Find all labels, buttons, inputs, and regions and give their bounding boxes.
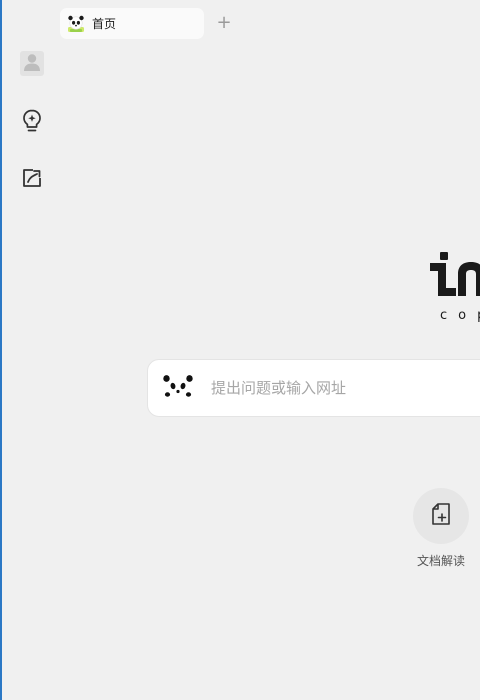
new-tab-button[interactable]: +: [214, 13, 234, 33]
user-avatar[interactable]: [20, 51, 44, 76]
feature-icon-circle[interactable]: [413, 488, 469, 544]
brand-logo-subtext: cop: [440, 308, 480, 323]
panda-icon: [66, 14, 86, 34]
panda-icon: [162, 373, 194, 399]
tab-title: 首页: [92, 17, 117, 31]
feature-label: 文档解读: [416, 554, 465, 568]
sidebar-item-ideas[interactable]: [18, 109, 46, 137]
tab-bar: 首页 +: [2, 0, 480, 46]
user-avatar-icon: [23, 52, 41, 76]
edit-icon: [21, 167, 43, 193]
lightbulb-icon: [21, 108, 43, 138]
search-input[interactable]: [211, 376, 480, 400]
browser-window: 首页 + co 提出问题或输入网址 文档解读: [0, 0, 480, 700]
sidebar-item-write[interactable]: [18, 166, 46, 194]
search-box[interactable]: [147, 359, 480, 417]
feature-document-reading[interactable]: 文档解读: [408, 488, 474, 569]
tab-home[interactable]: 首页: [60, 8, 204, 39]
document-plus-icon: [430, 502, 452, 530]
